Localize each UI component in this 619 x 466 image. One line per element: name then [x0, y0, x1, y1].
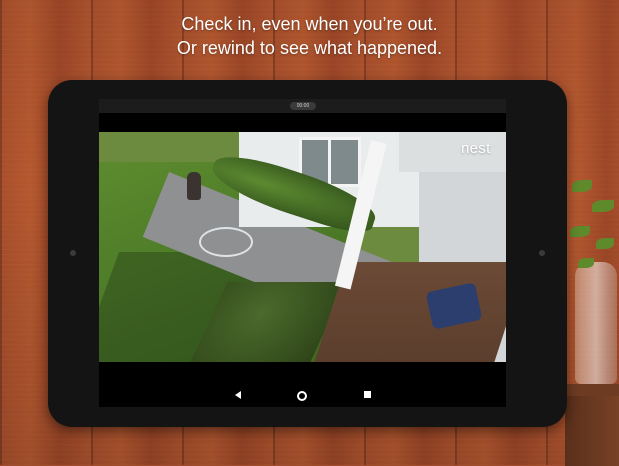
sensor-dot — [539, 250, 545, 256]
tablet-device: 00:00 nest — [48, 80, 567, 427]
caption-line-2: Or rewind to see what happened. — [176, 38, 443, 58]
status-bar: 00:00 — [99, 99, 506, 113]
front-camera-dot — [70, 250, 76, 256]
plant-leaf — [596, 238, 614, 249]
back-icon[interactable] — [235, 391, 241, 399]
side-table-body — [565, 396, 619, 466]
android-navigation-bar — [99, 384, 506, 407]
caption-line-1: Check in, even when you’re out. — [181, 14, 438, 34]
plant-leaf — [592, 200, 614, 212]
status-pill: 00:00 — [290, 102, 316, 110]
plant-leaf — [570, 226, 590, 237]
feed-person — [187, 172, 201, 200]
vase-decoration — [575, 262, 617, 384]
side-table-top — [560, 384, 619, 396]
promo-caption: Check in, even when you’re out. Or rewin… — [0, 12, 619, 60]
plant-leaf — [572, 180, 592, 192]
tablet-screen: 00:00 nest — [99, 99, 506, 407]
feed-bicycle — [199, 227, 253, 257]
nest-logo: nest — [461, 140, 491, 157]
camera-live-feed[interactable]: nest — [99, 132, 506, 362]
recent-apps-icon[interactable] — [364, 391, 371, 398]
home-icon[interactable] — [297, 391, 307, 401]
plant-leaf — [578, 258, 594, 268]
